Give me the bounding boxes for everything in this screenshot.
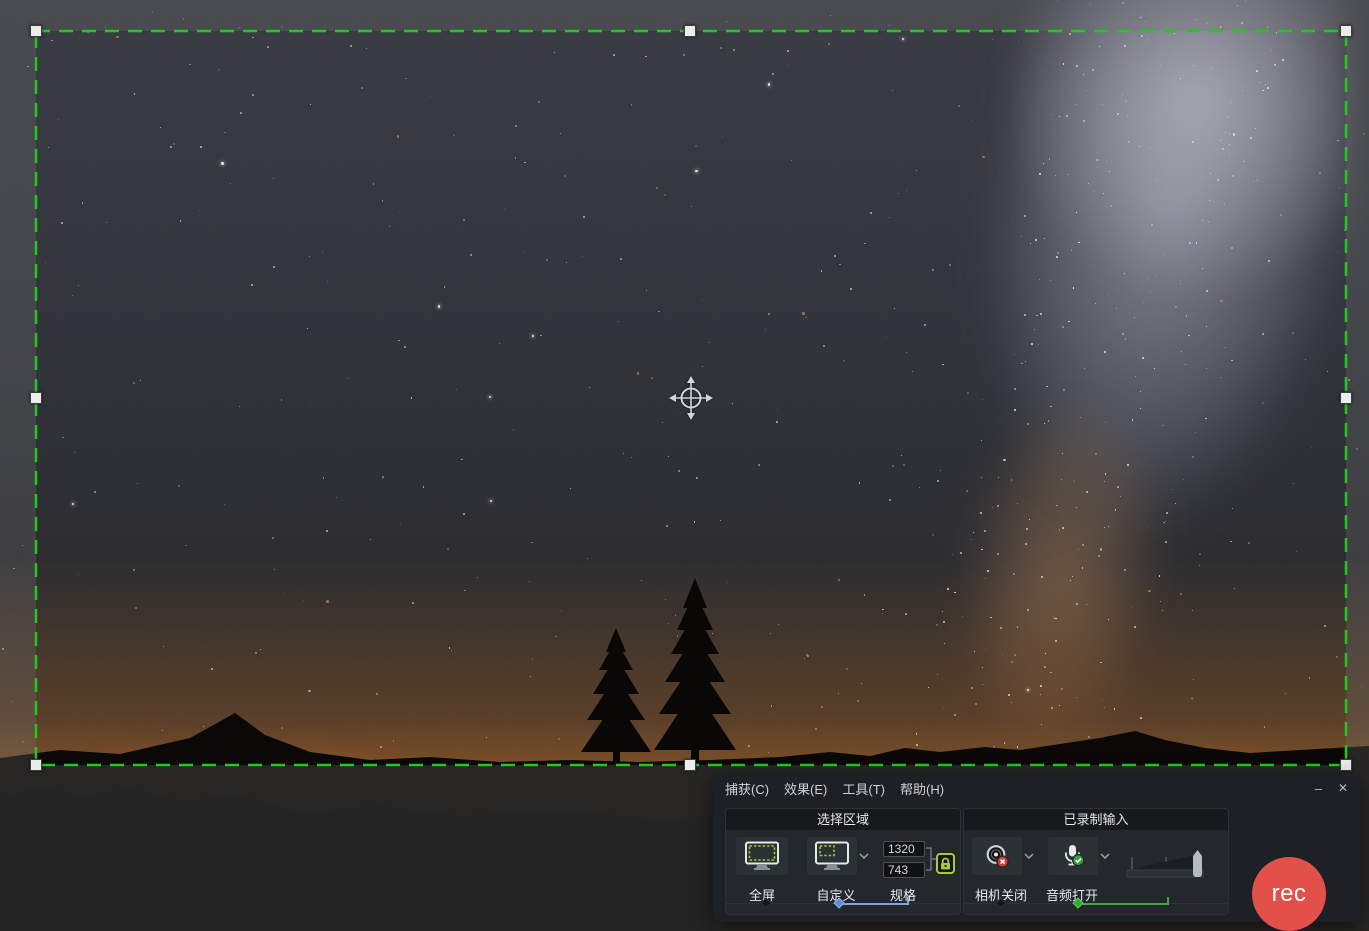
camera-indicator-diamond <box>995 897 1006 908</box>
recorded-inputs-group: 已录制输入 <box>963 808 1229 915</box>
resize-handle-right-middle[interactable] <box>1340 392 1352 404</box>
capture-height-input[interactable] <box>883 862 925 878</box>
webcam-off-icon <box>984 843 1010 869</box>
custom-indicator-diamond <box>833 897 844 908</box>
custom-indicator-trace <box>839 903 909 905</box>
recorded-inputs-title: 已录制输入 <box>964 809 1228 830</box>
monitor-custom-region-icon <box>814 841 850 871</box>
camera-dropdown[interactable] <box>1022 837 1036 875</box>
audio-indicator-trace <box>1078 903 1169 905</box>
menu-bar: 捕获(C) 效果(E) 工具(T) 帮助(H) – ✕ <box>713 775 1360 801</box>
recorder-panel: 捕获(C) 效果(E) 工具(T) 帮助(H) – ✕ 选择区域 <box>713 775 1360 922</box>
record-button[interactable]: rec <box>1252 857 1326 931</box>
camera-toggle-button[interactable] <box>972 837 1022 875</box>
aspect-lock-button[interactable] <box>936 853 955 874</box>
capture-width-input[interactable] <box>883 841 925 857</box>
audio-level-slider-handle[interactable] <box>1193 850 1202 877</box>
chevron-down-icon <box>1024 853 1034 859</box>
resize-handle-bottom-left[interactable] <box>30 759 42 771</box>
milky-way-bright-core <box>1010 0 1350 300</box>
aspect-lock-icon <box>939 857 952 870</box>
select-area-indicator-track <box>726 897 960 909</box>
audio-level-meter <box>1125 845 1209 881</box>
close-button[interactable]: ✕ <box>1338 782 1348 794</box>
dimension-link-lines <box>926 839 936 879</box>
menu-help[interactable]: 帮助(H) <box>900 779 944 798</box>
recorded-inputs-indicator-track <box>964 897 1228 909</box>
select-area-group: 选择区域 <box>725 808 961 915</box>
fullscreen-button[interactable] <box>736 837 788 875</box>
resize-handle-left-middle[interactable] <box>30 392 42 404</box>
select-area-title: 选择区域 <box>726 809 960 830</box>
minimize-button[interactable]: – <box>1315 782 1322 795</box>
audio-indicator-diamond <box>1072 897 1083 908</box>
fullscreen-indicator-diamond <box>760 897 771 908</box>
resize-handle-top-right[interactable] <box>1340 25 1352 37</box>
resize-handle-top-left[interactable] <box>30 25 42 37</box>
resize-handle-top-center[interactable] <box>684 25 696 37</box>
custom-region-button[interactable] <box>807 837 857 875</box>
monitor-fullscreen-icon <box>744 841 780 871</box>
desktop-screenshot: 捕获(C) 效果(E) 工具(T) 帮助(H) – ✕ 选择区域 <box>0 0 1369 931</box>
chevron-down-icon <box>1100 853 1110 859</box>
microphone-on-icon <box>1060 843 1086 869</box>
resize-handle-bottom-right[interactable] <box>1340 759 1352 771</box>
menu-capture[interactable]: 捕获(C) <box>725 779 769 798</box>
menu-effects[interactable]: 效果(E) <box>784 779 827 798</box>
resize-handle-bottom-center[interactable] <box>684 759 696 771</box>
menu-tools[interactable]: 工具(T) <box>842 779 885 798</box>
sunset-glow-left <box>0 660 620 820</box>
move-crosshair-icon[interactable] <box>667 374 715 422</box>
audio-dropdown[interactable] <box>1098 837 1112 875</box>
audio-toggle-button[interactable] <box>1048 837 1098 875</box>
chevron-down-icon <box>859 853 869 859</box>
custom-region-dropdown[interactable] <box>857 837 871 875</box>
